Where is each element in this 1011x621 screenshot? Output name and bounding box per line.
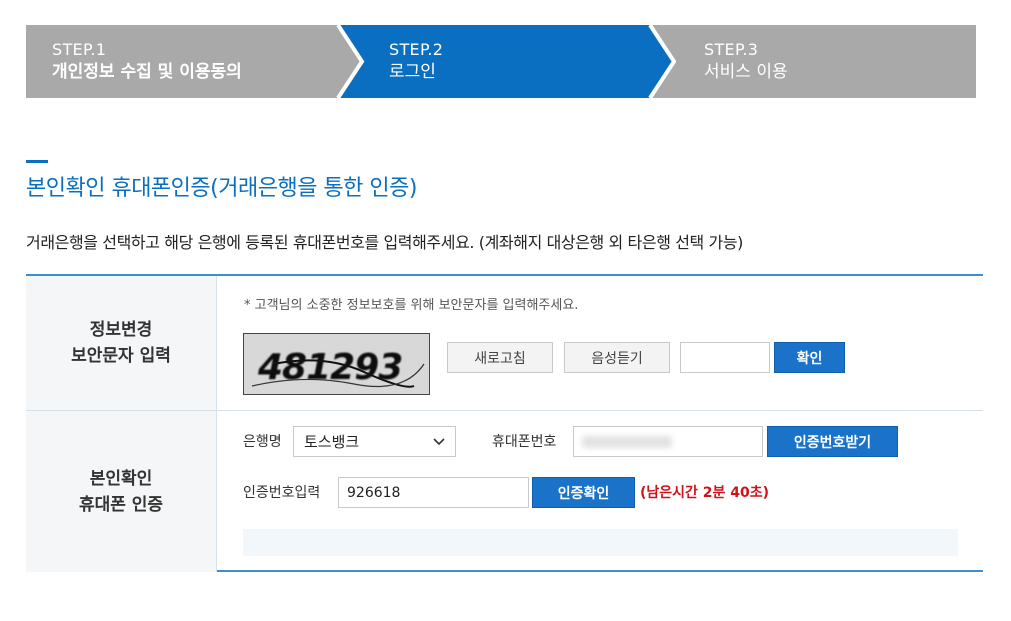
security-code-header: 정보변경 보안문자 입력 <box>26 276 217 410</box>
chevron-down-icon <box>433 438 445 446</box>
captcha-confirm-button[interactable]: 확인 <box>774 342 845 373</box>
step-1-label: 개인정보 수집 및 이용동의 <box>52 62 242 82</box>
bank-label: 은행명 <box>243 434 282 450</box>
step-indicator: STEP.1 개인정보 수집 및 이용동의 STEP.2 로그인 STEP.3 … <box>26 25 976 98</box>
step-3: STEP.3 서비스 이용 <box>704 39 788 83</box>
step-3-shape <box>650 25 976 98</box>
auth-form-table: 정보변경 보안문자 입력 * 고객님의 소중한 정보보호를 위해 보안문자를 입… <box>26 274 983 572</box>
page-title: 본인확인 휴대폰인증(거래은행을 통한 인증) <box>26 176 417 201</box>
step-1-number: STEP.1 <box>52 40 107 59</box>
security-code-header-label: 정보변경 보안문자 입력 <box>71 320 171 366</box>
phone-auth-cell: 은행명 토스뱅크 휴대폰번호 인증번호받기 인증번호입력 926618 인증확인… <box>218 411 983 572</box>
bank-select[interactable]: 토스뱅크 <box>293 426 456 457</box>
refresh-captcha-button[interactable]: 새로고침 <box>447 342 553 373</box>
security-code-row: 정보변경 보안문자 입력 * 고객님의 소중한 정보보호를 위해 보안문자를 입… <box>26 276 983 411</box>
phone-label: 휴대폰번호 <box>492 434 557 450</box>
title-accent-bar <box>26 160 48 163</box>
phone-auth-row: 본인확인 휴대폰 인증 은행명 토스뱅크 휴대폰번호 인증번호받기 인증번호입력… <box>26 411 983 572</box>
step-2: STEP.2 로그인 <box>389 39 443 83</box>
captcha-input[interactable] <box>680 342 770 373</box>
step-3-number: STEP.3 <box>704 40 759 59</box>
phone-auth-header-label: 본인확인 휴대폰 인증 <box>78 468 164 515</box>
captcha-graphic: 481293 <box>244 334 429 394</box>
audio-captcha-button[interactable]: 음성듣기 <box>564 342 670 373</box>
step-2-number: STEP.2 <box>389 40 444 59</box>
phone-number-redacted <box>582 436 672 448</box>
code-label: 인증번호입력 <box>243 485 321 501</box>
step-1: STEP.1 개인정보 수집 및 이용동의 <box>52 39 242 83</box>
bank-select-value: 토스뱅크 <box>304 433 360 451</box>
step-3-label: 서비스 이용 <box>704 62 788 82</box>
security-note: * 고객님의 소중한 정보보호를 위해 보안문자를 입력해주세요. <box>244 298 579 313</box>
step-2-label: 로그인 <box>389 62 436 82</box>
instruction-text: 거래은행을 선택하고 해당 은행에 등록된 휴대폰번호를 입력해주세요. (계좌… <box>26 233 744 252</box>
request-code-button[interactable]: 인증번호받기 <box>767 426 898 457</box>
security-code-cell: * 고객님의 소중한 정보보호를 위해 보안문자를 입력해주세요. 481293… <box>218 276 983 410</box>
verification-code-input[interactable]: 926618 <box>338 477 529 508</box>
phone-number-input[interactable] <box>573 426 763 457</box>
verify-code-button[interactable]: 인증확인 <box>532 477 635 508</box>
message-area <box>243 529 958 556</box>
phone-auth-header: 본인확인 휴대폰 인증 <box>26 411 217 572</box>
remaining-time: (남은시간 2분 40초) <box>640 485 770 501</box>
captcha-image: 481293 <box>243 333 430 395</box>
